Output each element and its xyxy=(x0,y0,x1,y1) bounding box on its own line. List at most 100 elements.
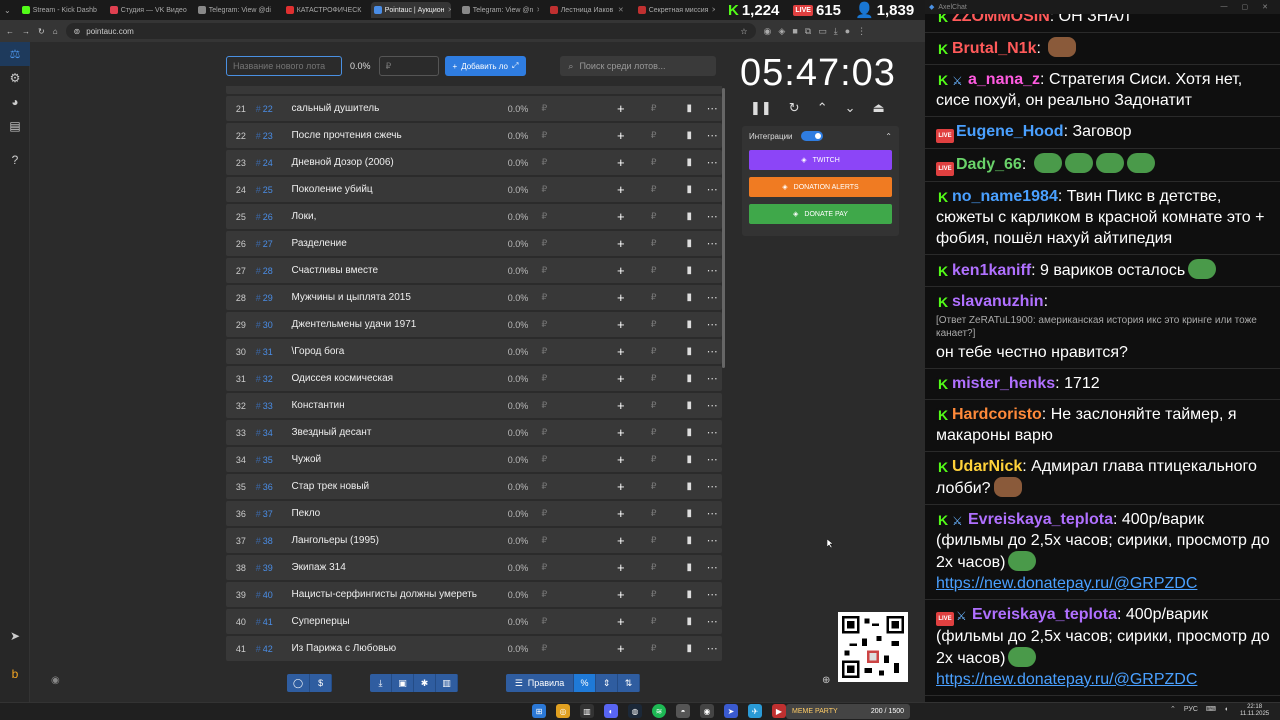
lot-amount[interactable]: ₽ xyxy=(541,103,610,114)
lot-add-amount-input[interactable]: ₽ xyxy=(631,292,677,303)
lot-name[interactable]: Константин xyxy=(291,400,507,411)
lot-name[interactable]: Стар трек новый xyxy=(291,481,507,492)
more-options-icon[interactable]: ⋯ xyxy=(702,345,722,358)
more-options-icon[interactable]: ⋯ xyxy=(702,534,722,547)
lot-amount[interactable]: ₽ xyxy=(541,130,610,141)
lot-amount[interactable]: ₽ xyxy=(541,616,610,627)
more-options-icon[interactable]: ⋯ xyxy=(702,372,722,385)
lot-amount[interactable]: ₽ xyxy=(541,238,610,249)
add-amount-icon[interactable]: + xyxy=(611,533,631,548)
add-lot-button[interactable]: + Добавить ло ⤢ xyxy=(444,56,527,76)
chat-link[interactable]: https://new.donatepay.ru/@GRPZDC xyxy=(936,575,1197,592)
menu-icon[interactable]: ⋮ xyxy=(857,26,866,37)
lot-list-scrollbar[interactable] xyxy=(722,88,725,368)
more-options-icon[interactable]: ⋯ xyxy=(702,642,722,655)
url-field[interactable]: ⊚ pointauc.com ☆ xyxy=(65,23,756,39)
chat-nickname[interactable]: UdarNick xyxy=(952,458,1022,475)
chat-nickname[interactable]: Evreiskaya_teplota xyxy=(972,606,1117,623)
more-options-icon[interactable]: ⋯ xyxy=(702,264,722,277)
browser-tab[interactable]: Секретная миссия ✕ xyxy=(635,2,715,18)
puzzle-icon[interactable]: ⧉ xyxy=(805,26,811,37)
lot-add-amount-input[interactable]: ₽ xyxy=(631,616,677,627)
double-chevron-up-icon[interactable]: ⏏ xyxy=(873,100,885,116)
browser-tab[interactable]: КАТАСТРОФИЧЕСК✕ xyxy=(283,2,363,18)
app-icon[interactable]: ◓ xyxy=(676,704,690,718)
more-options-icon[interactable]: ⋯ xyxy=(702,453,722,466)
lot-add-amount-input[interactable]: ₽ xyxy=(631,454,677,465)
chat-nickname[interactable]: Brutal_N1k xyxy=(952,40,1036,57)
more-options-icon[interactable]: ⋯ xyxy=(702,291,722,304)
lot-amount[interactable]: ₽ xyxy=(541,562,610,573)
delete-icon[interactable]: ▮ xyxy=(676,481,702,492)
add-amount-icon[interactable]: + xyxy=(611,128,631,143)
lot-name[interactable]: После прочтения сжечь xyxy=(291,130,507,141)
lot-name[interactable]: Одиссея космическая xyxy=(291,373,507,384)
chat-nickname[interactable]: Evreiskaya_teplota xyxy=(968,511,1113,528)
tab-search-icon[interactable]: ⌄ xyxy=(4,6,11,15)
delete-icon[interactable]: ▮ xyxy=(676,130,702,141)
delete-icon[interactable]: ▮ xyxy=(676,589,702,600)
windows-start-icon[interactable]: ⊞ xyxy=(532,704,546,718)
add-amount-icon[interactable]: + xyxy=(611,209,631,224)
lot-name[interactable]: Из Парижа с Любовью xyxy=(291,643,507,654)
more-options-icon[interactable]: ⋯ xyxy=(702,480,722,493)
more-options-icon[interactable]: ⋯ xyxy=(702,399,722,412)
lot-name[interactable]: Локи, xyxy=(291,211,507,222)
more-options-icon[interactable]: ⋯ xyxy=(702,210,722,223)
lot-amount[interactable]: ₽ xyxy=(541,481,610,492)
add-amount-icon[interactable]: + xyxy=(611,614,631,629)
extension-icon[interactable]: ◈ xyxy=(778,26,785,37)
donate-icon[interactable]: $ xyxy=(310,674,333,692)
delete-icon[interactable]: ▮ xyxy=(676,535,702,546)
profile-icon[interactable]: ● xyxy=(845,26,850,37)
lot-name[interactable]: Джентельмены удачи 1971 xyxy=(291,319,507,330)
add-amount-icon[interactable]: + xyxy=(611,587,631,602)
lot-add-amount-input[interactable]: ₽ xyxy=(631,86,677,87)
lot-amount[interactable]: ₽ xyxy=(541,86,610,87)
telegram-icon[interactable]: ✈ xyxy=(748,704,762,718)
more-options-icon[interactable]: ⋯ xyxy=(702,318,722,331)
back-icon[interactable]: ← xyxy=(6,27,14,36)
globe-icon[interactable]: ⊕ xyxy=(822,675,830,686)
more-options-icon[interactable]: ⋯ xyxy=(702,426,722,439)
bug-icon[interactable]: ✱ xyxy=(414,674,436,692)
chat-nickname[interactable]: mister_henks xyxy=(952,375,1055,392)
lot-amount[interactable]: ₽ xyxy=(541,643,610,654)
lot-name[interactable]: 1 2025 xyxy=(291,86,507,87)
pause-icon[interactable]: ❚❚ xyxy=(750,100,772,116)
extension-icon[interactable]: ■ xyxy=(792,26,797,37)
lot-amount[interactable]: ₽ xyxy=(541,454,610,465)
history-icon[interactable]: ▤ xyxy=(0,114,30,138)
sidebar-icon[interactable]: ▭ xyxy=(818,26,827,37)
delete-icon[interactable]: ▮ xyxy=(676,319,702,330)
save-icon[interactable]: ▣ xyxy=(392,674,414,692)
chat-nickname[interactable]: no_name1984 xyxy=(952,188,1058,205)
chat-nickname[interactable]: Dady_66 xyxy=(956,156,1022,173)
lot-name[interactable]: Суперперцы xyxy=(291,616,507,627)
lot-name[interactable]: Нацисты-серфингисты должны умереть xyxy=(291,589,507,600)
delete-icon[interactable]: ▮ xyxy=(676,616,702,627)
close-tab-icon[interactable]: ✕ xyxy=(536,6,538,14)
close-tab-icon[interactable]: ✕ xyxy=(447,6,450,14)
delete-icon[interactable]: ▮ xyxy=(676,157,702,168)
delete-icon[interactable]: ▮ xyxy=(676,400,702,411)
integrations-toggle[interactable] xyxy=(800,131,823,141)
wheel-icon[interactable]: ◕ xyxy=(0,90,30,114)
forward-icon[interactable]: → xyxy=(22,27,30,36)
chat-nickname[interactable]: ken1kaniff xyxy=(952,262,1031,279)
close-tab-icon[interactable]: ✕ xyxy=(711,6,714,14)
chrome-icon[interactable]: ◎ xyxy=(556,704,570,718)
lot-amount[interactable]: ₽ xyxy=(541,427,610,438)
steam-icon[interactable]: ◍ xyxy=(628,704,642,718)
obs-icon[interactable]: ◉ xyxy=(700,704,714,718)
lot-amount[interactable]: ₽ xyxy=(541,508,610,519)
lot-add-amount-input[interactable]: ₽ xyxy=(631,643,677,654)
volume-icon[interactable]: ◖ xyxy=(1224,706,1228,713)
lot-amount[interactable]: ₽ xyxy=(541,319,610,330)
lot-add-amount-input[interactable]: ₽ xyxy=(631,346,677,357)
reload-icon[interactable]: ↻ xyxy=(38,27,45,36)
browser-tab[interactable]: Telegram: View @di✕ xyxy=(195,2,275,18)
integration-button[interactable]: ◈ DONATE PAY xyxy=(749,204,892,224)
spotify-icon[interactable]: ≋ xyxy=(652,704,666,718)
clear-icon[interactable]: ▥ xyxy=(436,674,458,692)
